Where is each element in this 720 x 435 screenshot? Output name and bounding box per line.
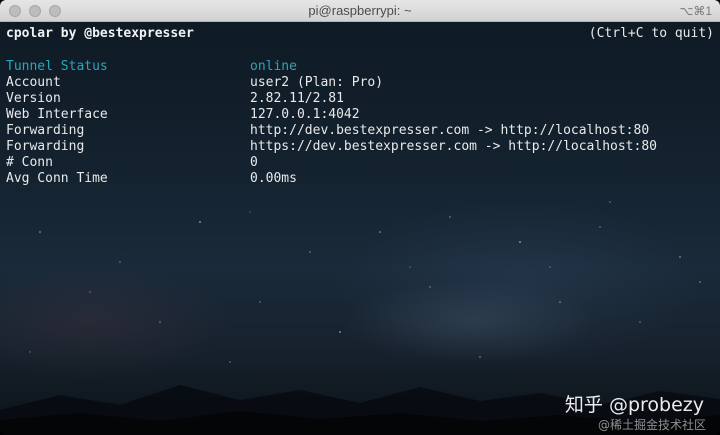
watermark-sub: @稀土掘金技术社区 (597, 418, 706, 432)
value-avg-conn-time: 0.00ms (250, 171, 297, 186)
label-conn-count: # Conn (6, 155, 53, 170)
label-account: Account (6, 75, 61, 90)
window-shortcut: ⌥⌘1 (679, 4, 712, 18)
window-title: pi@raspberrypi: ~ (308, 3, 412, 18)
header-title: cpolar by @bestexpresser (6, 26, 194, 41)
terminal-area[interactable]: cpolar by @bestexpresser (Ctrl+C to quit… (0, 22, 720, 435)
label-version: Version (6, 91, 61, 106)
quit-hint: (Ctrl+C to quit) (588, 26, 714, 41)
label-avg-conn-time: Avg Conn Time (6, 171, 108, 186)
value-version: 2.82.11/2.81 (250, 91, 344, 106)
label-forwarding-http: Forwarding (6, 123, 85, 138)
value-conn-count: 0 (250, 155, 258, 170)
value-tunnel-status: online (250, 59, 297, 74)
value-account: user2 (Plan: Pro) (250, 75, 384, 90)
label-tunnel-status: Tunnel Status (6, 59, 108, 74)
value-forwarding-http: http://dev.bestexpresser.com -> http://l… (250, 123, 650, 138)
value-web-interface: 127.0.0.1:4042 (250, 107, 360, 122)
label-web-interface: Web Interface (6, 107, 108, 122)
title-bar[interactable]: pi@raspberrypi: ~ ⌥⌘1 (0, 0, 720, 22)
value-forwarding-https: https://dev.bestexpresser.com -> http://… (250, 139, 657, 154)
watermark-main: 知乎 @probezy (564, 394, 704, 416)
label-forwarding-https: Forwarding (6, 139, 85, 154)
terminal-window: pi@raspberrypi: ~ ⌥⌘1 cpolar by @bestexp… (0, 0, 720, 435)
